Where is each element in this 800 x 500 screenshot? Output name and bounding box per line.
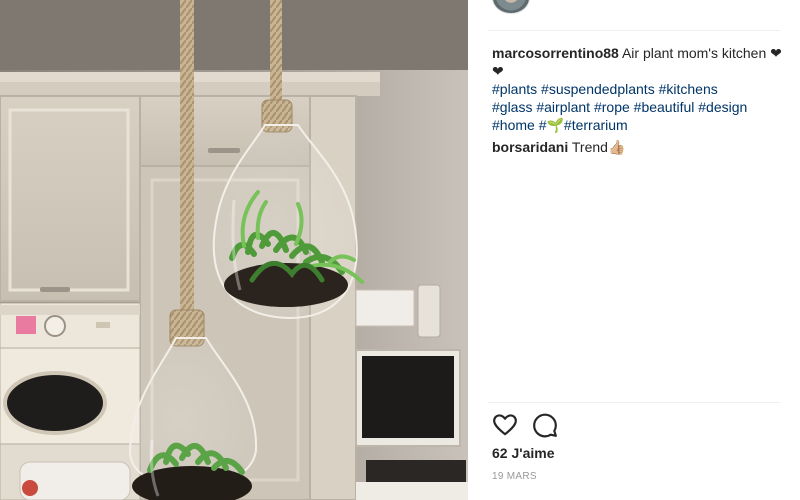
post-actions — [492, 412, 558, 438]
comment-reply: borsaridani Trend👍🏼 — [492, 138, 784, 156]
post-photo[interactable] — [0, 0, 468, 500]
header-divider — [488, 30, 780, 31]
hashtag-link[interactable]: #kitchens — [659, 81, 718, 97]
comment-text: Trend👍🏼 — [568, 139, 626, 155]
post-date[interactable]: 19 MARS — [492, 471, 537, 482]
hashtag-link[interactable]: #plants — [492, 81, 537, 97]
avatar[interactable] — [492, 0, 530, 14]
hashtag-link[interactable]: #design — [698, 99, 747, 115]
comment-bubble-icon[interactable] — [532, 412, 558, 438]
post-side-panel: marcosorrentino88 Air plant mom's kitche… — [468, 0, 800, 500]
hashtag-link[interactable]: #beautiful — [634, 99, 695, 115]
comments-list: marcosorrentino88 Air plant mom's kitche… — [492, 44, 784, 160]
hashtag-link[interactable]: #airplant — [536, 99, 590, 115]
comment-username[interactable]: borsaridani — [492, 139, 568, 155]
hashtag-link[interactable]: #🌱#terrarium — [539, 117, 628, 133]
hashtag-line: #home #🌱#terrarium — [492, 116, 784, 134]
hashtag-link[interactable]: #glass — [492, 99, 532, 115]
hashtag-link[interactable]: #home — [492, 117, 535, 133]
hashtag-line: #plants #suspendedplants #kitchens — [492, 80, 784, 98]
like-count[interactable]: 62 J'aime — [492, 445, 555, 461]
comment-caption: marcosorrentino88 Air plant mom's kitche… — [492, 44, 784, 134]
comment-username[interactable]: marcosorrentino88 — [492, 45, 619, 61]
hashtag-link[interactable]: #suspendedplants — [541, 81, 655, 97]
actions-divider — [488, 402, 780, 403]
hashtag-link[interactable]: #rope — [594, 99, 630, 115]
hashtag-line: #glass #airplant #rope #beautiful #desig… — [492, 98, 784, 116]
hanging-terrarium-photo — [0, 0, 468, 500]
heart-icon[interactable] — [492, 412, 518, 438]
